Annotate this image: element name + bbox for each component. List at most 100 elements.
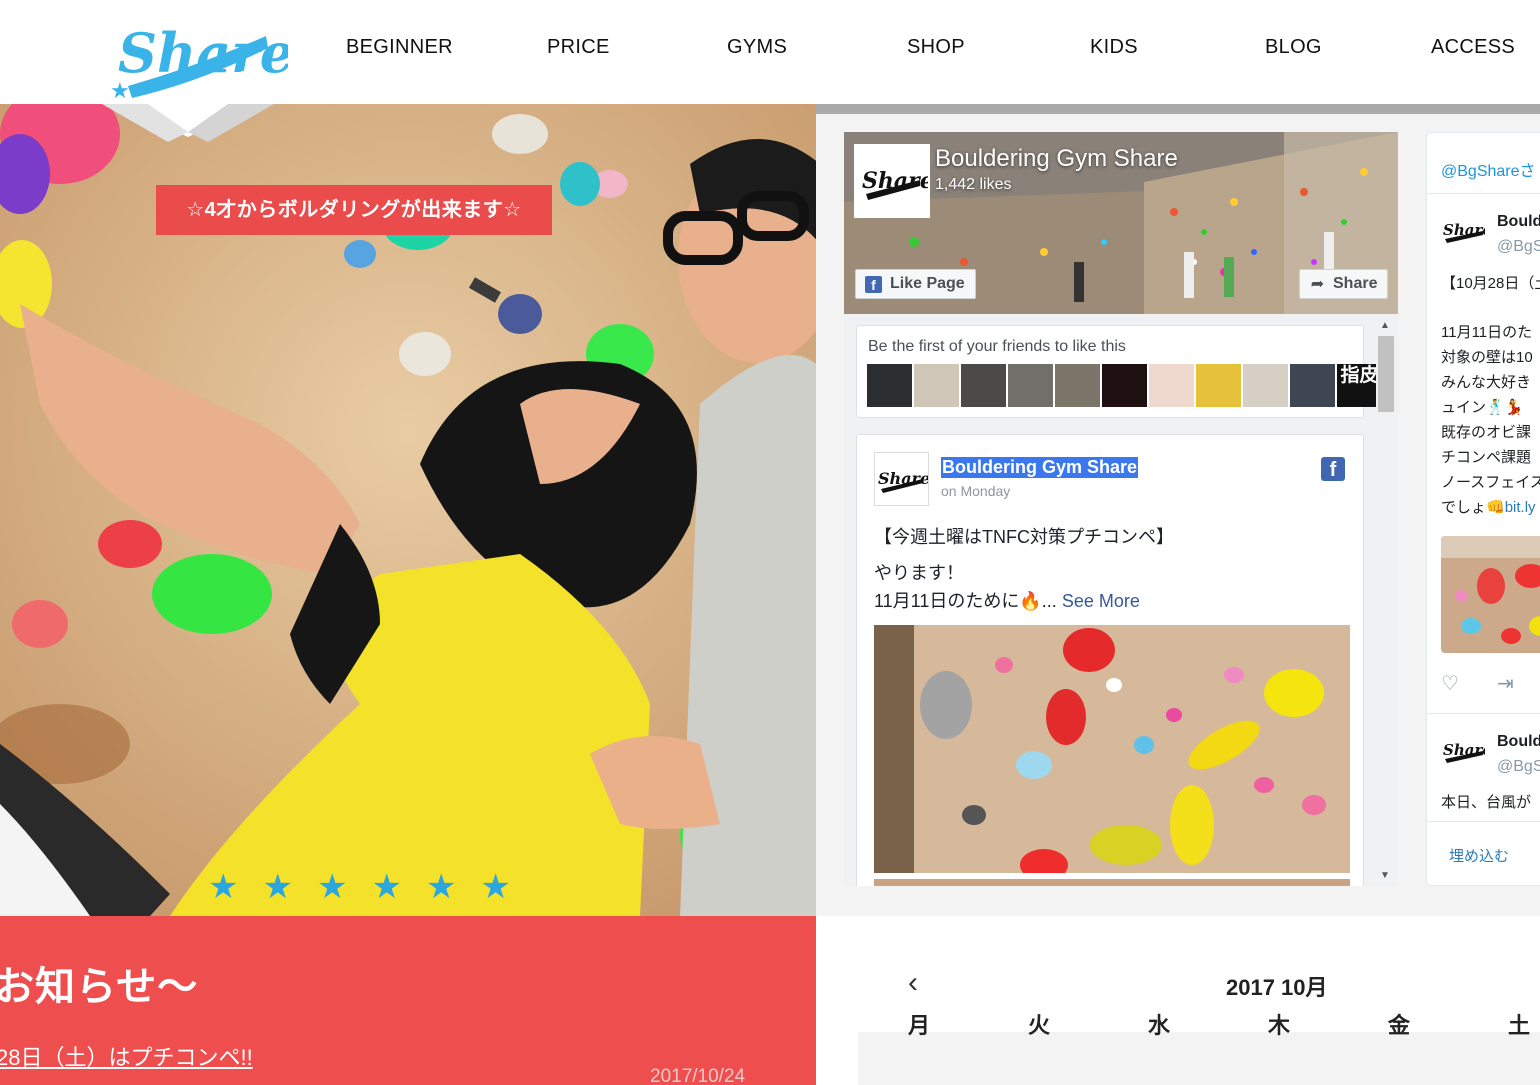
scroll-up-icon[interactable]: ▲ xyxy=(1380,320,1390,331)
site-logo[interactable]: Share TSURUMI MARKET ★ xyxy=(88,0,294,150)
tw-divider xyxy=(1427,713,1540,714)
tw-tweet-1-last-text: でしょ👊 xyxy=(1441,499,1505,516)
fb-friends-card: Be the first of your friends to like thi… xyxy=(856,325,1382,418)
share-arrow-icon: ➦ xyxy=(1310,276,1325,293)
friend-avatar[interactable] xyxy=(914,364,959,407)
nav-shop[interactable]: SHOP xyxy=(907,36,965,59)
fb-post-line-1: 【今週土曜はTNFC対策プチコンペ】 xyxy=(874,527,1174,547)
friend-avatar[interactable] xyxy=(1243,364,1288,407)
nav-blog[interactable]: BLOG xyxy=(1265,36,1322,59)
calendar-grid xyxy=(858,1032,1540,1085)
tw-tweet-1-line: 【10月28日（土 xyxy=(1441,275,1540,292)
news-item-link[interactable]: 28日（土）はプチコンペ!! xyxy=(0,1040,253,1072)
tw-embed-link[interactable]: 埋め込む xyxy=(1449,845,1509,866)
fb-post-line-3: 11月11日のために🔥... See More xyxy=(874,587,1140,613)
calendar-weekday: 金 xyxy=(1388,1013,1411,1038)
facebook-logo-icon[interactable]: f xyxy=(1321,457,1345,481)
fb-post-author[interactable]: Bouldering Gym Share xyxy=(941,457,1139,478)
tw-like-heart-icon[interactable]: ♡ xyxy=(1441,671,1459,696)
slider-dot-4[interactable]: ★ xyxy=(371,870,401,904)
calendar-weekday: 土 xyxy=(1508,1013,1531,1038)
tw-tweet-1-line: チコンペ課題 xyxy=(1441,449,1532,466)
news-section: お知らせ〜 28日（土）はプチコンペ!! 2017/10/24 xyxy=(0,916,816,1085)
friend-avatar[interactable] xyxy=(1196,364,1241,407)
tw-tweet-1-line: 対象の壁は10 xyxy=(1441,349,1533,366)
friend-avatar[interactable] xyxy=(1008,364,1053,407)
hero-banner: ☆4才からボルダリングが出来ます☆ xyxy=(156,185,552,235)
tw-tweet-1-line: 11月11日のた xyxy=(1441,324,1533,341)
calendar-widget: ‹ 2017 10月 月 火 水 木 金 土 xyxy=(816,916,1540,1085)
fb-page-name[interactable]: Bouldering Gym Share xyxy=(935,145,1178,173)
news-item-date: 2017/10/24 xyxy=(650,1066,746,1085)
friend-avatar[interactable] xyxy=(1149,364,1194,407)
tw-divider xyxy=(1427,193,1540,194)
fb-scrollbar[interactable]: ▲ ▼ xyxy=(1376,320,1396,886)
fb-post-date[interactable]: on Monday xyxy=(941,483,1010,499)
tw-tweet-1-line: でしょ👊bit.ly xyxy=(1441,496,1536,517)
tw-tweet-1-line: 既存のオビ課 xyxy=(1441,424,1532,441)
tw-tweet-1-image[interactable] xyxy=(1441,536,1540,653)
tw-tweet-1-link[interactable]: bit.ly xyxy=(1505,499,1536,516)
tw-tweet-1-line: みんな大好き xyxy=(1441,374,1532,391)
tw-tweet-1-line: ノースフェイス xyxy=(1441,474,1540,491)
slider-dot-5[interactable]: ★ xyxy=(426,870,456,904)
slider-dot-6[interactable]: ★ xyxy=(480,870,510,904)
fb-post-line-3-text: 11月11日のために🔥... xyxy=(874,591,1057,611)
twitter-timeline-widget: @BgShareさ Share Bould @BgS 【10月28日（土 11月… xyxy=(1426,132,1540,886)
friend-avatar[interactable] xyxy=(1102,364,1147,407)
scroll-down-icon[interactable]: ▼ xyxy=(1380,870,1390,881)
slider-dot-1[interactable]: ★ xyxy=(208,870,238,904)
calendar-prev-button[interactable]: ‹ xyxy=(908,968,918,998)
tw-tweet-1-line: ュイン🕺💃 xyxy=(1441,399,1524,416)
nav-beginner[interactable]: BEGINNER xyxy=(346,36,453,59)
tw-tweet-1-handle[interactable]: @BgS xyxy=(1497,238,1540,256)
fb-post-card: Share Bouldering Gym Share on Monday f 【… xyxy=(856,434,1364,886)
nav-kids[interactable]: KIDS xyxy=(1090,36,1138,59)
logo-star-icon: ★ xyxy=(110,78,130,103)
facebook-page-widget: Share Bouldering Gym Share 1,442 likes f… xyxy=(844,132,1398,886)
nav-access[interactable]: ACCESS xyxy=(1431,36,1515,59)
tw-share-icon[interactable]: ⇥ xyxy=(1497,671,1514,696)
slider-dot-2[interactable]: ★ xyxy=(262,870,292,904)
calendar-month-title: 2017 10月 xyxy=(1226,975,1328,1000)
fb-see-more-link[interactable]: See More xyxy=(1062,591,1140,611)
tw-tweet-2-handle[interactable]: @BgS xyxy=(1497,758,1540,776)
slider-dot-3[interactable]: ★ xyxy=(317,870,347,904)
tw-divider xyxy=(1427,821,1540,822)
calendar-weekday: 水 xyxy=(1148,1013,1171,1038)
friend-avatar[interactable] xyxy=(961,364,1006,407)
friend-avatar[interactable] xyxy=(1290,364,1335,407)
fb-post-avatar[interactable]: Share xyxy=(874,452,930,506)
fb-page-avatar[interactable]: Share xyxy=(854,144,934,218)
nav-price[interactable]: PRICE xyxy=(547,36,610,59)
fb-share-label: Share xyxy=(1333,275,1378,292)
tw-avatar[interactable]: Share xyxy=(1441,213,1492,249)
tw-header-link[interactable]: @BgShareさ xyxy=(1441,157,1536,181)
tw-tweet-1-name[interactable]: Bould xyxy=(1497,213,1540,231)
tw-tweet-2-line: 本日、台風が xyxy=(1441,794,1532,811)
page-root: BEGINNER PRICE GYMS SHOP KIDS BLOG ACCES… xyxy=(0,0,1540,1085)
friend-avatar[interactable] xyxy=(867,364,912,407)
fb-friends-text: Be the first of your friends to like thi… xyxy=(868,338,1126,355)
news-title: お知らせ〜 xyxy=(0,965,199,1009)
facebook-f-icon: f xyxy=(865,276,882,293)
slider-dots: ★ ★ ★ ★ ★ ★ xyxy=(208,870,511,904)
fb-post-image[interactable] xyxy=(874,625,1350,873)
calendar-weekday: 火 xyxy=(1028,1013,1051,1038)
social-area-topbar xyxy=(816,104,1540,114)
fb-post-image-2[interactable] xyxy=(874,879,1350,886)
hero-slider[interactable]: ☆4才からボルダリングが出来ます☆ ★ ★ ★ ★ ★ ★ xyxy=(0,104,816,916)
calendar-weekday: 木 xyxy=(1268,1013,1291,1038)
fb-post-line-2: やります！ xyxy=(874,563,964,583)
fb-friends-avatars: 指皮 xyxy=(867,364,1382,407)
friend-avatar[interactable] xyxy=(1055,364,1100,407)
fb-like-page-label: Like Page xyxy=(890,275,965,292)
nav-gyms[interactable]: GYMS xyxy=(727,36,787,59)
tw-avatar[interactable]: Share xyxy=(1441,733,1492,769)
fb-like-page-button[interactable]: f Like Page xyxy=(855,269,976,299)
calendar-weekday-row: 月 火 水 木 金 土 xyxy=(816,1008,1540,1038)
calendar-weekday: 月 xyxy=(908,1013,931,1038)
tw-tweet-2-name[interactable]: Bould xyxy=(1497,733,1540,751)
fb-scrollbar-thumb[interactable] xyxy=(1378,336,1394,412)
fb-share-button[interactable]: ➦ Share xyxy=(1299,269,1389,299)
